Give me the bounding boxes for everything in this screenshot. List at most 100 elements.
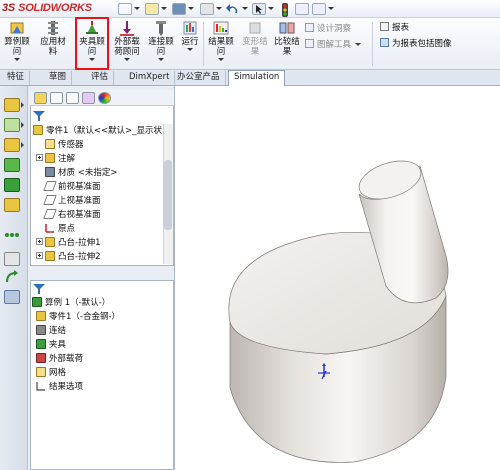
tab-evaluate[interactable]: 评估 bbox=[86, 71, 115, 85]
plane-icon bbox=[43, 195, 57, 205]
study-item-result-options[interactable]: 结果选项 bbox=[36, 380, 83, 394]
chevron-down-icon bbox=[218, 58, 224, 61]
tree-item-right-plane[interactable]: 右视基准面 bbox=[36, 208, 101, 222]
tree-root-part[interactable]: 零件1（默认<<默认>_显示状 bbox=[33, 124, 162, 138]
open-folder-icon[interactable] bbox=[145, 3, 159, 15]
tree-item-boss-extrude1[interactable]: 凸台-拉伸1 bbox=[36, 236, 100, 250]
chevron-down-icon[interactable] bbox=[134, 7, 140, 10]
dimxpert-manager-tab[interactable] bbox=[82, 92, 95, 104]
include-image-for-report-button[interactable]: 为报表包括图像 bbox=[380, 38, 452, 50]
command-manager-tabs: 特征 草图 评估 DimXpert 办公室产品 Simulation bbox=[0, 70, 500, 86]
tree-item-origin[interactable]: 原点 bbox=[36, 222, 75, 236]
rebuild-traffic-light-icon[interactable] bbox=[280, 3, 294, 17]
report-button[interactable]: 报表 bbox=[380, 22, 409, 34]
part-icon bbox=[36, 311, 46, 321]
file-properties-icon[interactable] bbox=[295, 3, 309, 15]
tree-scrollbar-thumb[interactable] bbox=[164, 160, 172, 230]
chevron-down-icon[interactable] bbox=[242, 7, 248, 10]
chevron-down-icon[interactable] bbox=[268, 7, 274, 10]
rotate-icon[interactable] bbox=[4, 270, 20, 284]
3d-model[interactable] bbox=[176, 86, 500, 470]
save-icon[interactable] bbox=[172, 3, 186, 15]
chevron-down-icon[interactable] bbox=[188, 7, 194, 10]
tree-item-material[interactable]: 材质 <未指定> bbox=[36, 166, 117, 180]
results-icon bbox=[213, 20, 229, 36]
configuration-manager-tab[interactable] bbox=[66, 92, 79, 104]
material-icon bbox=[45, 20, 61, 36]
plot-tools-button[interactable]: 图解工具 bbox=[305, 39, 362, 51]
results-advisor-button[interactable]: 结果顾 问 bbox=[205, 20, 237, 61]
tree-item-sensors[interactable]: 传感器 bbox=[36, 138, 84, 152]
section-view-icon[interactable] bbox=[4, 118, 20, 132]
feature-manager-tab[interactable] bbox=[34, 92, 47, 104]
result-options-icon bbox=[36, 381, 46, 391]
origin-icon bbox=[45, 223, 55, 233]
property-manager-tab[interactable] bbox=[50, 92, 63, 104]
run-button[interactable]: 运行 bbox=[178, 20, 202, 51]
display-manager-tab[interactable] bbox=[98, 92, 111, 104]
tree-item-front-plane[interactable]: 前视基准面 bbox=[36, 180, 101, 194]
study-item-part[interactable]: 零件1（-合金钢-） bbox=[36, 310, 120, 324]
ribbon-separator bbox=[372, 22, 373, 66]
ribbon-separator bbox=[203, 22, 204, 66]
expand-icon[interactable] bbox=[36, 154, 43, 161]
undo-icon[interactable] bbox=[226, 3, 240, 15]
options-icon[interactable] bbox=[312, 3, 326, 15]
edit-appearance-icon[interactable] bbox=[4, 198, 20, 212]
hide-show-icon[interactable] bbox=[4, 228, 20, 242]
study-item-mesh[interactable]: 网格 bbox=[36, 366, 66, 380]
highlight-box bbox=[75, 17, 109, 70]
external-load-icon bbox=[36, 353, 46, 363]
expand-icon[interactable] bbox=[36, 238, 43, 245]
shaded-icon[interactable] bbox=[4, 178, 20, 192]
compare-results-button[interactable]: 比较结 果 bbox=[272, 20, 302, 57]
tree-item-boss-extrude2[interactable]: 凸台-拉伸2 bbox=[36, 250, 100, 262]
plot-tools-icon bbox=[305, 39, 314, 48]
boss-extrude-icon bbox=[45, 237, 55, 247]
tree-filter[interactable] bbox=[32, 110, 172, 122]
fixture-icon bbox=[36, 339, 46, 349]
print-icon[interactable] bbox=[200, 3, 214, 15]
tree-item-annotations[interactable]: 注解 bbox=[36, 152, 75, 166]
view-toolbar bbox=[0, 86, 28, 470]
graphics-viewport[interactable] bbox=[176, 86, 500, 470]
external-loads-advisor-button[interactable]: 外部载 荷顾问 bbox=[110, 20, 144, 61]
filter-icon bbox=[33, 284, 45, 294]
apply-scene-icon[interactable] bbox=[4, 252, 20, 266]
tab-simulation[interactable]: Simulation bbox=[228, 70, 286, 86]
tab-office-products[interactable]: 办公室产品 bbox=[172, 71, 226, 85]
part-icon[interactable] bbox=[4, 98, 20, 112]
part-icon bbox=[33, 125, 43, 135]
material-icon bbox=[45, 167, 55, 177]
select-arrow-icon[interactable] bbox=[252, 3, 266, 15]
tab-dimxpert[interactable]: DimXpert bbox=[124, 71, 176, 85]
chevron-down-icon[interactable] bbox=[216, 7, 222, 10]
study-item-connections[interactable]: 连结 bbox=[36, 324, 66, 338]
tree-item-top-plane[interactable]: 上视基准面 bbox=[36, 194, 101, 208]
display-style-icon[interactable] bbox=[4, 158, 20, 172]
expand-icon[interactable] bbox=[36, 252, 43, 259]
report-icon bbox=[380, 22, 389, 31]
image-icon bbox=[380, 38, 389, 47]
apply-material-button[interactable]: 应用材 料 bbox=[36, 20, 70, 57]
chevron-down-icon[interactable] bbox=[161, 7, 167, 10]
simulation-icon[interactable] bbox=[4, 290, 20, 304]
study-item-fixtures[interactable]: 夹具 bbox=[36, 338, 66, 352]
study-advisor-button[interactable]: 算例顾 问 bbox=[2, 20, 32, 61]
deformed-result-button[interactable]: 变形结 果 bbox=[240, 20, 270, 57]
tab-features[interactable]: 特征 bbox=[2, 71, 31, 85]
chevron-down-icon[interactable] bbox=[328, 7, 334, 10]
run-icon bbox=[182, 20, 198, 36]
study-item-external-loads[interactable]: 外部载荷 bbox=[36, 352, 83, 366]
view-orientation-icon[interactable] bbox=[4, 138, 20, 152]
chevron-down-icon bbox=[158, 58, 164, 61]
connections-icon bbox=[36, 325, 46, 335]
tab-sketch[interactable]: 草图 bbox=[44, 71, 73, 85]
design-insight-button[interactable]: 设计洞察 bbox=[305, 23, 351, 35]
study-root[interactable]: 算例 1（-默认-） bbox=[32, 296, 110, 310]
chevron-down-icon bbox=[187, 48, 193, 51]
new-document-icon[interactable] bbox=[118, 3, 132, 15]
chevron-right-icon bbox=[21, 122, 24, 128]
mesh-icon bbox=[36, 367, 46, 377]
connections-advisor-button[interactable]: 连接顾 问 bbox=[146, 20, 176, 61]
